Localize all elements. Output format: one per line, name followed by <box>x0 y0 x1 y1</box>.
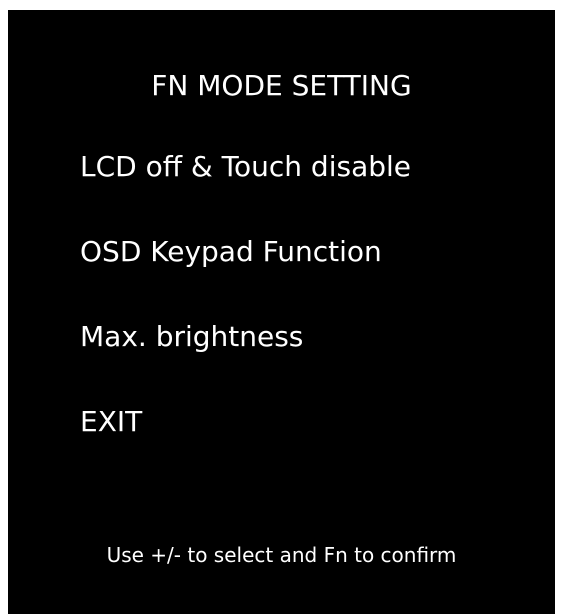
osd-title: FN MODE SETTING <box>151 69 412 102</box>
menu-item-exit[interactable]: EXIT <box>80 400 411 444</box>
menu-item-lcd-off-touch-disable[interactable]: LCD off & Touch disable <box>80 145 411 189</box>
osd-menu: LCD off & Touch disable OSD Keypad Funct… <box>80 145 411 485</box>
menu-item-max-brightness[interactable]: Max. brightness <box>80 315 411 359</box>
osd-hint: Use +/- to select and Fn to confirm <box>106 543 457 567</box>
osd-panel: FN MODE SETTING LCD off & Touch disable … <box>8 10 555 614</box>
menu-item-osd-keypad-function[interactable]: OSD Keypad Function <box>80 230 411 274</box>
